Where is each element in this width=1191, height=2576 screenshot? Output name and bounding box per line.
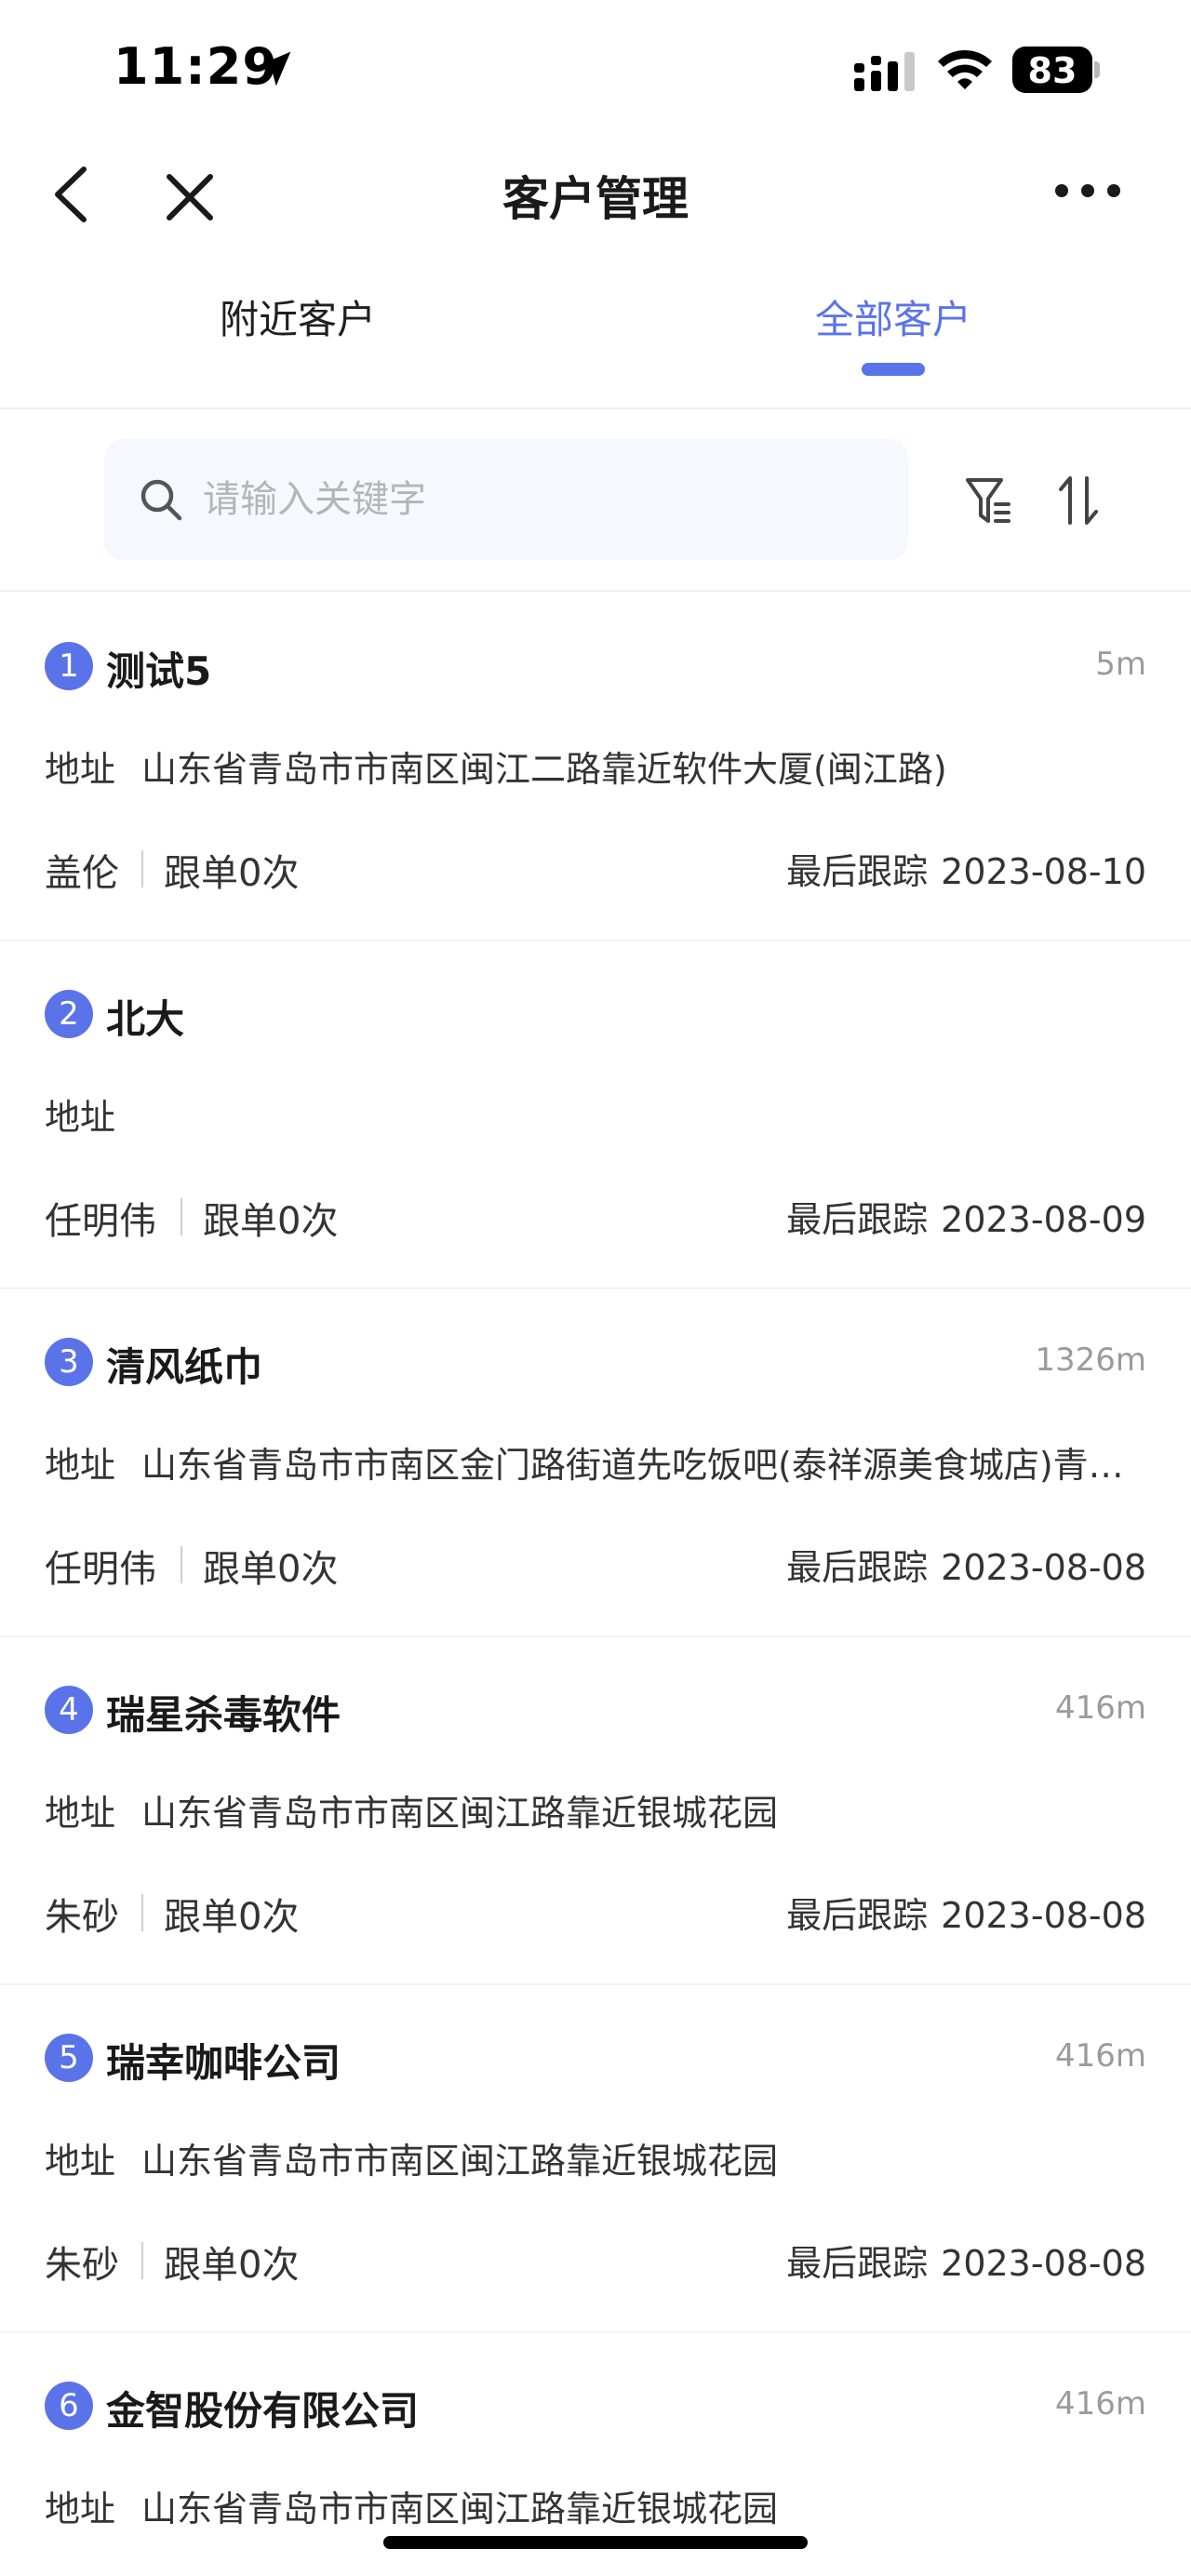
tab-bar: 附近客户 全部客户 <box>0 270 1191 409</box>
address-value: 山东省青岛市市南区闽江路靠近银城花园 <box>141 2141 779 2182</box>
divider <box>141 850 143 888</box>
customer-name: 北大 <box>106 996 185 1042</box>
address-label: 地址 <box>45 1097 116 1138</box>
last-track: 最后跟踪 2023-08-08 <box>786 1539 1146 1590</box>
tab-all-customers[interactable]: 全部客户 <box>815 288 971 345</box>
owner-name: 任明伟 <box>45 1200 156 1243</box>
divider <box>141 1894 143 1931</box>
distance-label: 1326m <box>1035 1341 1146 1379</box>
battery-indicator: 83 <box>1012 47 1102 93</box>
index-badge: 6 <box>45 2382 93 2430</box>
divider <box>181 1198 182 1235</box>
address-value: 山东省青岛市市南区闽江路靠近银城花园 <box>141 2489 779 2529</box>
customer-list-item[interactable]: 1 测试5 5m 地址 山东省青岛市市南区闽江二路靠近软件大厦(闽江路) 盖伦 … <box>0 594 1191 941</box>
customer-list-item[interactable]: 2 北大 地址 任明伟 跟单0次 最后跟踪 2023-08-09 <box>0 941 1191 1289</box>
location-arrow-icon <box>256 51 291 87</box>
last-track-label: 最后跟踪 <box>786 1199 929 1240</box>
search-row <box>0 411 1191 592</box>
last-track-label: 最后跟踪 <box>786 1547 929 1588</box>
address-value: 山东省青岛市市南区金门路街道先吃饭吧(泰祥源美食城店)青岛市市南区 <box>141 1445 1146 1486</box>
index-badge: 2 <box>45 990 93 1038</box>
last-track-label: 最后跟踪 <box>786 851 929 892</box>
follow-count: 跟单0次 <box>164 2244 300 2287</box>
status-bar: 11:29 83 <box>0 0 1191 140</box>
index-badge: 3 <box>45 1338 93 1386</box>
tab-nearby-customers[interactable]: 附近客户 <box>220 288 376 345</box>
last-track-date: 2023-08-08 <box>941 1547 1146 1588</box>
address-label: 地址 <box>45 1793 116 1834</box>
active-tab-indicator <box>862 363 925 376</box>
owner-name: 任明伟 <box>45 1548 156 1591</box>
index-badge: 1 <box>45 642 93 690</box>
distance-label: 5m <box>1095 646 1146 683</box>
customer-name: 金智股份有限公司 <box>106 2388 420 2434</box>
page-title: 客户管理 <box>502 172 689 226</box>
index-badge: 4 <box>45 1686 93 1734</box>
last-track-label: 最后跟踪 <box>786 2243 929 2284</box>
follow-count: 跟单0次 <box>203 1200 339 1243</box>
index-badge: 5 <box>45 2034 93 2082</box>
address-label: 地址 <box>45 749 116 790</box>
nav-bar: 客户管理 <box>0 140 1191 251</box>
distance-label: 416m <box>1054 1689 1146 1727</box>
last-track: 最后跟踪 2023-08-08 <box>786 1887 1146 1938</box>
home-indicator <box>383 2536 808 2549</box>
search-input[interactable] <box>203 467 873 532</box>
follow-count: 跟单0次 <box>203 1548 339 1591</box>
page: 11:29 83 客户管理 附近客户 全部客户 请输入关键字 1 测试5 5m … <box>0 0 1191 2576</box>
last-track-date: 2023-08-08 <box>941 1895 1146 1936</box>
customer-name: 瑞星杀毒软件 <box>106 1692 341 1738</box>
last-track: 最后跟踪 2023-08-08 <box>786 2235 1146 2286</box>
search-icon <box>141 479 182 521</box>
customer-name: 瑞幸咖啡公司 <box>106 2040 341 2086</box>
owner-name: 朱砂 <box>45 1896 119 1939</box>
customer-name: 清风纸巾 <box>106 1344 263 1390</box>
follow-count: 跟单0次 <box>164 852 300 895</box>
last-track-date: 2023-08-10 <box>941 851 1146 892</box>
customer-list-item[interactable]: 3 清风纸巾 1326m 地址 山东省青岛市市南区金门路街道先吃饭吧(泰祥源美食… <box>0 1289 1191 1637</box>
address-value: 山东省青岛市市南区闽江二路靠近软件大厦(闽江路) <box>141 749 947 790</box>
battery-level: 83 <box>1027 50 1077 91</box>
last-track-date: 2023-08-09 <box>941 1199 1146 1240</box>
address-label: 地址 <box>45 2141 116 2182</box>
more-options-icon[interactable] <box>1053 177 1122 205</box>
wifi-icon <box>938 50 992 89</box>
last-track: 最后跟踪 2023-08-09 <box>786 1191 1146 1242</box>
distance-label: 416m <box>1054 2385 1146 2423</box>
sort-icon[interactable] <box>1055 473 1102 528</box>
filter-icon[interactable] <box>964 474 1012 528</box>
customer-list-item[interactable]: 5 瑞幸咖啡公司 416m 地址 山东省青岛市市南区闽江路靠近银城花园 朱砂 跟… <box>0 1985 1191 2333</box>
customer-list-item[interactable]: 4 瑞星杀毒软件 416m 地址 山东省青岛市市南区闽江路靠近银城花园 朱砂 跟… <box>0 1637 1191 1985</box>
search-box[interactable] <box>104 439 908 560</box>
divider <box>141 2242 143 2279</box>
last-track-label: 最后跟踪 <box>786 1895 929 1936</box>
address-label: 地址 <box>45 2489 116 2529</box>
customer-name: 测试5 <box>106 648 212 694</box>
distance-label: 416m <box>1054 2037 1146 2075</box>
follow-count: 跟单0次 <box>164 1896 300 1939</box>
last-track-date: 2023-08-08 <box>941 2243 1146 2284</box>
owner-name: 盖伦 <box>45 852 119 895</box>
owner-name: 朱砂 <box>45 2244 119 2287</box>
cellular-signal-icon <box>854 52 915 91</box>
address-label: 地址 <box>45 1445 116 1486</box>
address-value: 山东省青岛市市南区闽江路靠近银城花园 <box>141 1793 779 1834</box>
customer-list: 1 测试5 5m 地址 山东省青岛市市南区闽江二路靠近软件大厦(闽江路) 盖伦 … <box>0 594 1191 2576</box>
divider <box>181 1546 182 1583</box>
last-track: 最后跟踪 2023-08-10 <box>786 843 1146 894</box>
